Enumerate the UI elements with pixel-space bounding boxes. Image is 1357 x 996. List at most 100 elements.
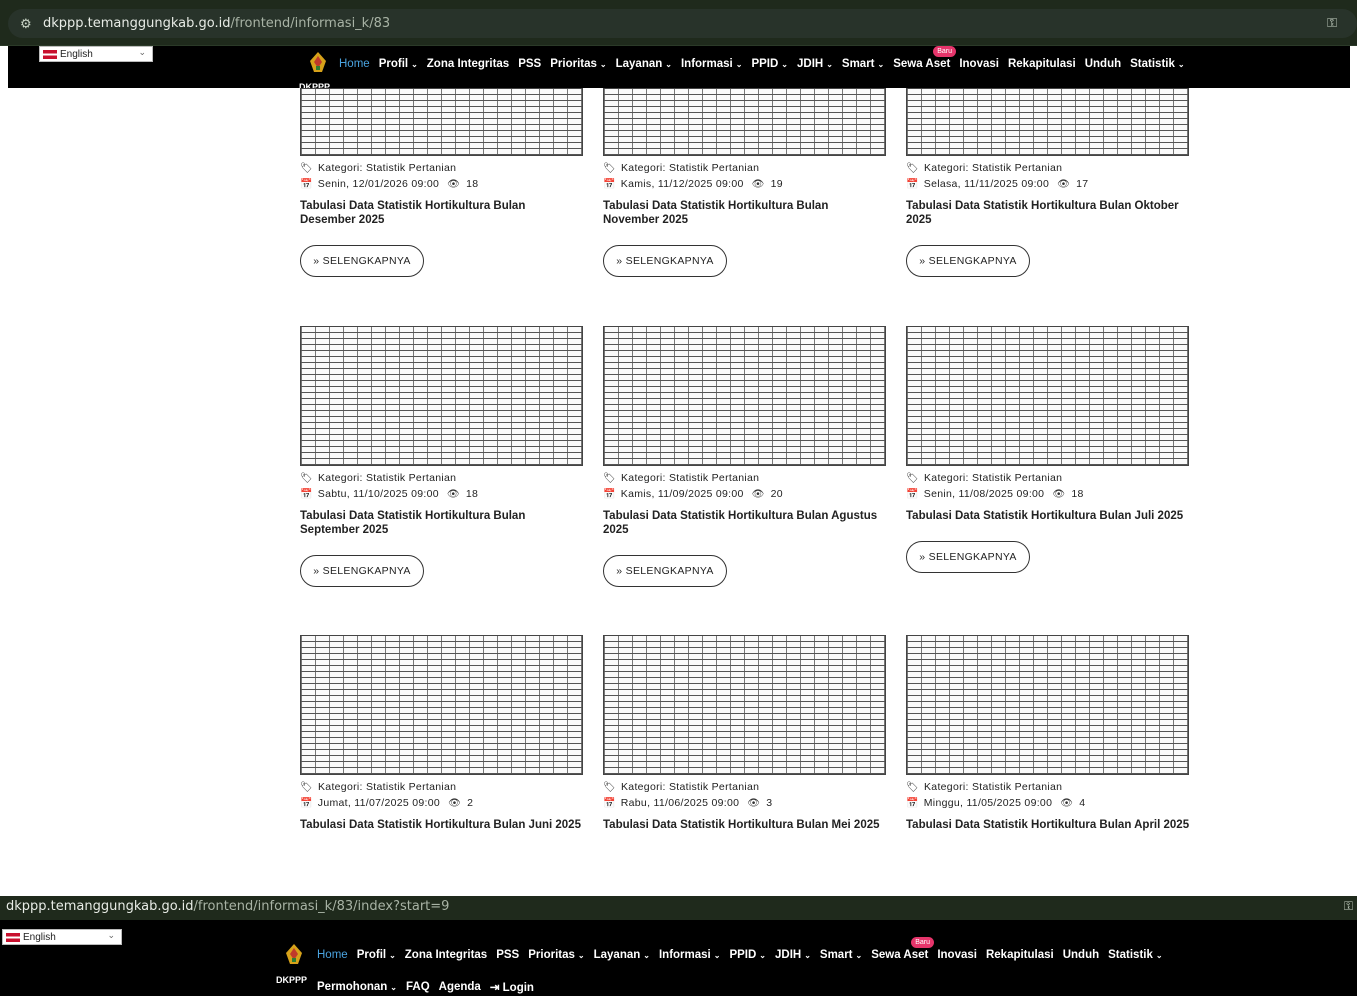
nav-zona-integritas[interactable]: Zona Integritas	[405, 949, 487, 961]
main-menu: Home Profil ⌄ Zona Integritas PSS Priorit…	[339, 46, 1194, 70]
chevron-down-icon: ⌄	[138, 47, 146, 57]
nav-jdih[interactable]: JDIH ⌄	[775, 949, 811, 961]
nav-sewa-aset[interactable]: Sewa Aset Baru	[893, 46, 957, 70]
read-more-button[interactable]: » SELENGKAPNYA	[300, 555, 424, 587]
nav-smart[interactable]: Smart ⌄	[842, 58, 884, 70]
password-key-icon[interactable]: ⚿	[1344, 899, 1353, 914]
article-title[interactable]: Tabulasi Data Statistik Hortikultura Bul…	[300, 509, 584, 537]
article-thumbnail[interactable]	[300, 635, 583, 775]
nav-statistik[interactable]: Statistik ⌄	[1130, 58, 1184, 70]
nav-rekapitulasi[interactable]: Rekapitulasi	[986, 949, 1054, 961]
nav-unduh[interactable]: Unduh	[1063, 949, 1099, 961]
browser-url-bar-second: dkppp.temanggungkab.go.id/frontend/infor…	[0, 896, 1357, 920]
nav-profil[interactable]: Profil ⌄	[357, 949, 396, 961]
dkppp-logo[interactable]	[310, 52, 326, 72]
article-title[interactable]: Tabulasi Data Statistik Hortikultura Bul…	[300, 818, 584, 832]
eye-icon: 👁	[1057, 178, 1071, 190]
article-title[interactable]: Tabulasi Data Statistik Hortikultura Bul…	[603, 818, 887, 832]
nav-login[interactable]: ⇥ Login	[490, 980, 534, 994]
article-card: 🏷 Kategori: Statistik Pertanian 📅 Sabtu, 11…	[300, 326, 584, 587]
read-more-button[interactable]: » SELENGKAPNYA	[603, 555, 727, 587]
nav-ppid[interactable]: PPID ⌄	[751, 58, 788, 70]
dkppp-logo[interactable]	[286, 944, 302, 964]
read-more-button[interactable]: » SELENGKAPNYA	[603, 245, 727, 277]
tag-icon: 🏷	[603, 162, 616, 174]
nav-home[interactable]: Home	[339, 58, 370, 70]
nav-agenda[interactable]: Agenda	[439, 981, 481, 993]
nav-faq[interactable]: FAQ	[406, 981, 430, 993]
article-thumbnail[interactable]	[603, 326, 886, 466]
nav-smart[interactable]: Smart ⌄	[820, 949, 862, 961]
article-thumbnail[interactable]	[300, 88, 583, 156]
nav-ppid[interactable]: PPID ⌄	[729, 949, 766, 961]
nav-home[interactable]: Home	[317, 949, 348, 961]
eye-icon: 👁	[446, 488, 460, 500]
new-badge: Baru	[933, 46, 957, 57]
tag-icon: 🏷	[906, 781, 919, 793]
nav-prioritas[interactable]: Prioritas ⌄	[550, 58, 606, 70]
nav-informasi[interactable]: Informasi ⌄	[659, 949, 720, 961]
chevron-down-icon: ⌄	[643, 951, 650, 960]
article-thumbnail[interactable]	[906, 326, 1189, 466]
article-date-row: 📅 Senin, 12/01/2026 09:00 👁 18	[300, 178, 479, 190]
article-category: 🏷 Kategori: Statistik Pertanian	[300, 781, 457, 793]
calendar-icon: 📅	[906, 797, 919, 809]
read-more-button[interactable]: » SELENGKAPNYA	[300, 245, 424, 277]
url-text-second[interactable]: dkppp.temanggungkab.go.id/frontend/infor…	[6, 899, 449, 914]
eye-icon: 👁	[751, 488, 765, 500]
tag-icon: 🏷	[603, 781, 616, 793]
nav-statistik[interactable]: Statistik ⌄	[1108, 949, 1162, 961]
article-title[interactable]: Tabulasi Data Statistik Hortikultura Bul…	[603, 509, 887, 537]
nav-pss[interactable]: PSS	[496, 949, 519, 961]
article-category: 🏷 Kategori: Statistik Pertanian	[300, 472, 457, 484]
article-thumbnail[interactable]	[300, 326, 583, 466]
nav-inovasi[interactable]: Inovasi	[937, 949, 977, 961]
article-category: 🏷 Kategori: Statistik Pertanian	[906, 472, 1063, 484]
article-card: 🏷 Kategori: Statistik Pertanian 📅 Senin, 12…	[300, 88, 584, 277]
read-more-button[interactable]: » SELENGKAPNYA	[906, 245, 1030, 277]
nav-rekapitulasi[interactable]: Rekapitulasi	[1008, 58, 1076, 70]
chevron-down-icon: ⌄	[389, 951, 396, 960]
article-category: 🏷 Kategori: Statistik Pertanian	[906, 162, 1063, 174]
article-date-row: 📅 Minggu, 11/05/2025 09:00 👁 4	[906, 797, 1086, 809]
eye-icon: 👁	[448, 797, 462, 809]
nav-prioritas[interactable]: Prioritas ⌄	[528, 949, 584, 961]
language-select[interactable]: English ⌄	[39, 46, 153, 62]
nav-zona-integritas[interactable]: Zona Integritas	[427, 58, 509, 70]
article-title[interactable]: Tabulasi Data Statistik Hortikultura Bul…	[906, 199, 1190, 227]
article-card: 🏷 Kategori: Statistik Pertanian 📅 Kamis, 11…	[603, 326, 887, 587]
chevron-down-icon: ⌄	[411, 60, 418, 69]
article-category: 🏷 Kategori: Statistik Pertanian	[906, 781, 1063, 793]
nav-inovasi[interactable]: Inovasi	[959, 58, 999, 70]
chevron-down-icon: ⌄	[855, 951, 863, 960]
url-text[interactable]: dkppp.temanggungkab.go.id/frontend/infor…	[43, 16, 390, 31]
site-settings-icon[interactable]: ⚙	[20, 16, 32, 32]
article-thumbnail[interactable]	[603, 88, 886, 156]
browser-url-bar: ⚙ dkppp.temanggungkab.go.id/frontend/inf…	[0, 0, 1357, 46]
nav-sewa-aset[interactable]: Sewa Aset Baru	[871, 937, 935, 961]
article-thumbnail[interactable]	[906, 88, 1189, 156]
nav-jdih[interactable]: JDIH ⌄	[797, 58, 833, 70]
article-category: 🏷 Kategori: Statistik Pertanian	[300, 162, 457, 174]
article-title[interactable]: Tabulasi Data Statistik Hortikultura Bul…	[603, 199, 887, 227]
article-title[interactable]: Tabulasi Data Statistik Hortikultura Bul…	[300, 199, 584, 227]
password-key-icon[interactable]: ⚿	[1327, 15, 1337, 31]
read-more-button[interactable]: » SELENGKAPNYA	[906, 541, 1030, 573]
nav-permohonan[interactable]: Permohonan ⌄	[317, 981, 397, 993]
nav-pss[interactable]: PSS	[518, 58, 541, 70]
nav-unduh[interactable]: Unduh	[1085, 58, 1121, 70]
nav-layanan[interactable]: Layanan ⌄	[594, 949, 650, 961]
nav-informasi[interactable]: Informasi ⌄	[681, 58, 742, 70]
article-thumbnail[interactable]	[906, 635, 1189, 775]
chevron-down-icon: ⌄	[781, 60, 788, 69]
article-thumbnail[interactable]	[603, 635, 886, 775]
language-select[interactable]: English ⌄	[2, 929, 122, 945]
article-date-row: 📅 Rabu, 11/06/2025 09:00 👁 3	[603, 797, 773, 809]
tag-icon: 🏷	[300, 781, 313, 793]
nav-profil[interactable]: Profil ⌄	[379, 58, 418, 70]
article-title[interactable]: Tabulasi Data Statistik Hortikultura Bul…	[906, 818, 1190, 832]
nav-layanan[interactable]: Layanan ⌄	[616, 58, 672, 70]
article-title[interactable]: Tabulasi Data Statistik Hortikultura Bul…	[906, 509, 1190, 523]
chevron-down-icon: ⌄	[713, 951, 721, 960]
address-field[interactable]: ⚙ dkppp.temanggungkab.go.id/frontend/inf…	[8, 9, 1357, 38]
